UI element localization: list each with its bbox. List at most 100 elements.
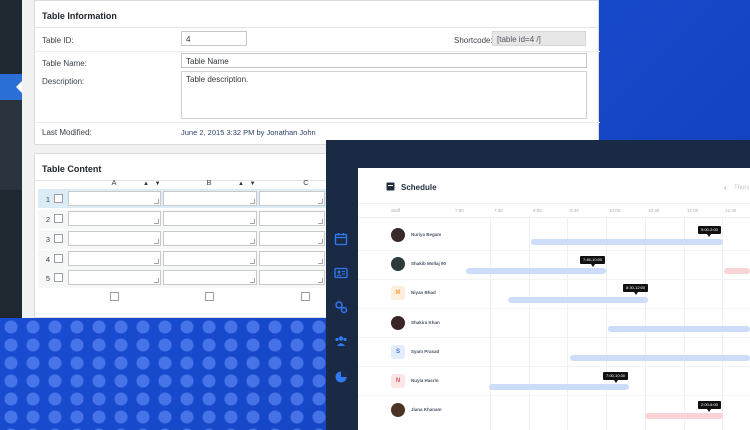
table-cell[interactable]: [163, 270, 257, 285]
shift-bar[interactable]: [489, 384, 629, 390]
shift-bar[interactable]: [466, 268, 606, 274]
table-cell[interactable]: [68, 231, 161, 246]
row-divider: [358, 308, 750, 309]
row-divider: [358, 279, 750, 280]
avatar: N: [391, 374, 405, 388]
shift-tooltip: 8:30-12:00: [623, 284, 649, 295]
shift-bar[interactable]: [645, 413, 723, 419]
table-cell[interactable]: [68, 251, 161, 266]
shift-bar[interactable]: [531, 239, 723, 245]
time-label: 12:30: [725, 208, 737, 213]
row-number: 1: [45, 195, 50, 204]
row-divider: [358, 250, 750, 251]
schedule-card: Schedule ‹ Thurs Staff 7:00 7:30 8:00 8:…: [358, 168, 750, 430]
avatar: [391, 403, 405, 417]
table-id-field[interactable]: 4: [181, 31, 247, 46]
table-cell[interactable]: [68, 191, 161, 206]
services-icon[interactable]: [334, 300, 348, 314]
table-cell[interactable]: [163, 211, 257, 226]
table-cell[interactable]: [259, 270, 325, 285]
table-information-box: Table Information Table ID: 4 Shortcode:…: [34, 0, 600, 145]
date-nav-label[interactable]: Thurs: [734, 185, 749, 191]
row-select-checkbox[interactable]: [54, 234, 63, 243]
shift-tooltip: 7:00-10:30: [603, 372, 629, 383]
staff-name: Shakira Khan: [411, 320, 440, 325]
avatar: [391, 316, 405, 330]
shift-tooltip: 7:45-10:00: [580, 256, 606, 267]
avatar: M: [391, 286, 405, 300]
last-modified-label: Last Modified:: [42, 128, 92, 137]
schedule-header: Schedule ‹ Thurs: [358, 168, 750, 204]
shortcode-field[interactable]: [table id=4 /]: [492, 31, 586, 46]
shift-bar[interactable]: [724, 268, 750, 274]
shift-bar[interactable]: [570, 355, 750, 361]
row-select-checkbox[interactable]: [54, 273, 63, 282]
row-number: 3: [45, 235, 50, 244]
shift-bar[interactable]: [608, 326, 750, 332]
table-cell[interactable]: [259, 211, 325, 226]
avatar: [391, 257, 405, 271]
contact-card-icon[interactable]: [334, 266, 348, 280]
row-number: 5: [45, 274, 50, 283]
row-number: 2: [45, 215, 50, 224]
row-select-checkbox[interactable]: [54, 214, 63, 223]
table-cell[interactable]: [163, 191, 257, 206]
schedule-calendar-icon: [386, 182, 395, 191]
table-cell[interactable]: [163, 231, 257, 246]
sort-arrows-icon[interactable]: ▲ ▼: [238, 181, 258, 187]
table-name-label: Table Name:: [42, 59, 87, 68]
table-name-field[interactable]: Table Name: [181, 53, 587, 68]
description-label: Description:: [42, 77, 85, 86]
row-divider: [358, 395, 750, 396]
staff-name: Shakib Mollaj 90: [411, 261, 447, 266]
row-select-checkbox[interactable]: [54, 194, 63, 203]
staff-name: Syam Prasad: [411, 349, 440, 354]
time-label: 8:00: [533, 208, 542, 213]
row-divider: [358, 337, 750, 338]
table-cell[interactable]: [68, 211, 161, 226]
last-modified-value: June 2, 2015 3:32 PM by Jonathan John: [181, 128, 316, 137]
table-id-label: Table ID:: [42, 36, 74, 45]
staff-name: Jiana Khanam: [411, 407, 442, 412]
column-select-checkbox[interactable]: [110, 292, 119, 301]
staff-name: Niyan Bhad: [411, 290, 436, 295]
table-cell[interactable]: [259, 251, 325, 266]
row-number: 4: [45, 255, 50, 264]
admin-menu-edge: [0, 0, 23, 318]
column-header-b: B: [206, 178, 212, 187]
time-label: 10:00: [609, 208, 621, 213]
time-label: 7:30: [494, 208, 503, 213]
staff-name: Nuyla Hasrin: [411, 378, 439, 383]
time-label: 12:00: [687, 208, 699, 213]
time-label: 8:30: [570, 208, 579, 213]
schedule-title: Schedule: [401, 183, 437, 192]
admin-submenu: [0, 100, 22, 190]
timeline-header: Staff 7:00 7:30 8:00 8:30 10:00 10:30 12…: [358, 204, 750, 218]
table-cell[interactable]: [259, 231, 325, 246]
column-header-c: C: [303, 178, 309, 187]
description-field[interactable]: Table description.: [181, 71, 587, 119]
time-label: 10:30: [648, 208, 660, 213]
table-information-heading: Table Information: [35, 1, 598, 28]
shift-bar[interactable]: [508, 297, 648, 303]
avatar: [391, 228, 405, 242]
shortcode-label: Shortcode:: [454, 36, 493, 45]
time-label: 7:00: [455, 208, 464, 213]
avatar: S: [391, 345, 405, 359]
shift-tooltip: 9:00-2:00: [698, 226, 721, 237]
column-header-a: A: [111, 178, 117, 187]
pie-chart-icon[interactable]: [334, 370, 348, 384]
group-icon[interactable]: [334, 334, 348, 348]
column-select-checkbox[interactable]: [301, 292, 310, 301]
divider: [35, 122, 600, 123]
column-select-checkbox[interactable]: [205, 292, 214, 301]
background-dot-pattern: [0, 318, 340, 430]
staff-column-label: Staff: [391, 208, 401, 213]
table-cell[interactable]: [163, 251, 257, 266]
row-select-checkbox[interactable]: [54, 254, 63, 263]
sort-arrows-icon[interactable]: ▲ ▼: [143, 181, 163, 187]
chevron-left-icon[interactable]: ‹: [724, 183, 727, 192]
calendar-icon[interactable]: [334, 232, 348, 246]
table-cell[interactable]: [68, 270, 161, 285]
table-cell[interactable]: [259, 191, 325, 206]
